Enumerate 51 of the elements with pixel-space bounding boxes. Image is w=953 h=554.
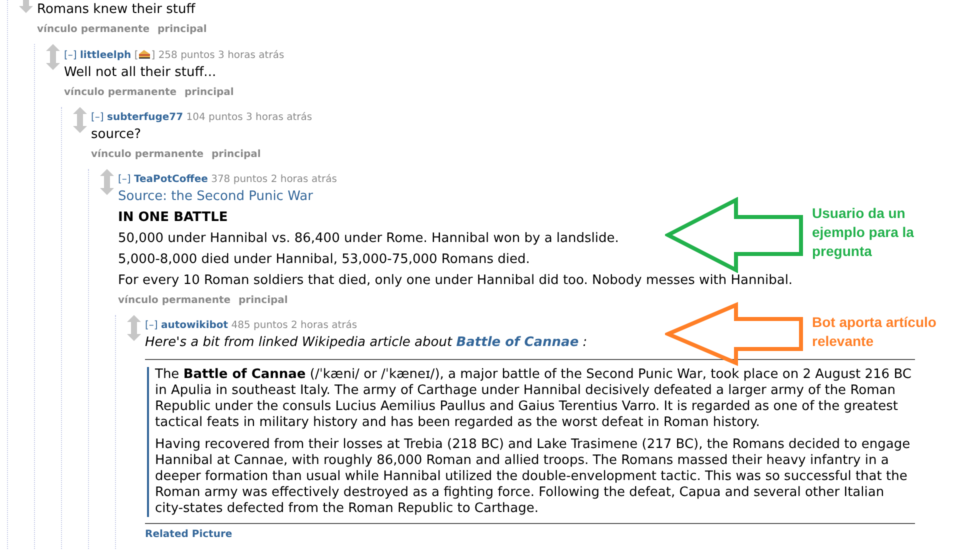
downvote-icon[interactable] — [19, 0, 33, 13]
collapse-toggle[interactable]: [–] — [91, 112, 104, 123]
cake-icon — [138, 48, 152, 59]
annotation-text: Usuario da un ejemplo para la pregunta — [812, 204, 915, 261]
timestamp: 3 horas atrás — [218, 50, 284, 61]
downvote-icon[interactable] — [73, 120, 87, 133]
comment-text: 50,000 under Hannibal vs. 86,400 under Rome. Hannibal won by a landslide. — [118, 231, 619, 247]
action-link[interactable]: principal — [158, 24, 207, 35]
score-text: 258 puntos — [158, 50, 215, 61]
author-link[interactable]: subterfuge77 — [107, 112, 184, 123]
upvote-icon[interactable] — [73, 107, 87, 120]
comment-text: Here's a bit from linked Wikipedia article about Battle of Cannae : — [145, 335, 588, 351]
author-link[interactable]: autowikibot — [161, 320, 228, 331]
upvote-icon[interactable] — [100, 169, 114, 182]
flair-bracket: ] — [151, 50, 156, 61]
collapse-toggle[interactable]: [–] — [118, 174, 131, 185]
score-text: 104 puntos — [186, 112, 243, 123]
action-link[interactable]: vínculo permanente — [118, 295, 231, 306]
score-text: 485 puntos — [231, 320, 288, 331]
action-link[interactable]: principal — [212, 149, 261, 160]
upvote-icon[interactable] — [46, 44, 60, 57]
annotation-text: Bot aporta artículo relevante — [812, 313, 938, 351]
quote-paragraph: Having recovered from their losses at Trebia (218 BC) and Lake Trasimene (217 BC), the Romans decided to engage Hannibal at Cannae, with roughly 86,000 Roman and allied troops. The Romans massed their heavy infantry in a deeper formation than usual while Hannibal utilized the double-envelopment tactic. This was so successful that the Roman army was effectively destroyed as a fighting force. Following the defeat, Capua and several other Italian city-states defected from the Roman Republic to Carthage. — [155, 437, 912, 517]
collapse-toggle[interactable]: [–] — [64, 50, 77, 61]
related-picture-link[interactable]: Related Picture — [145, 529, 232, 540]
upvote-icon[interactable] — [127, 315, 141, 328]
comment-text: Well not all their stuff... — [64, 65, 216, 81]
comment-text: 5,000-8,000 died under Hannibal, 53,000-75,000 Romans died. — [118, 252, 530, 268]
comment-heading: IN ONE BATTLE — [118, 210, 228, 226]
comment-text: For every 10 Roman soldiers that died, only one under Hannibal did too. Nobody messes with Hannibal. — [118, 273, 793, 289]
action-link[interactable]: vínculo permanente — [91, 149, 204, 160]
author-link[interactable]: TeaPotCoffee — [134, 174, 208, 185]
timestamp: 3 horas atrás — [246, 112, 312, 123]
downvote-icon[interactable] — [100, 182, 114, 195]
source-link[interactable]: Source: the Second Punic War — [118, 189, 313, 204]
downvote-icon[interactable] — [127, 328, 141, 341]
flair-bracket: [ — [134, 50, 138, 61]
action-link[interactable]: vínculo permanente — [37, 24, 150, 35]
comment-text: source? — [91, 127, 142, 143]
action-link[interactable]: vínculo permanente — [64, 87, 177, 98]
timestamp: 2 horas atrás — [291, 320, 358, 331]
score-text: 378 puntos — [211, 174, 268, 185]
quote-paragraph: The Battle of Cannae (/ˈkæni/ or /ˈkæneɪ/), a major battle of the Second Punic War, took place on 2 August 216 BC in Apulia in southeast Italy. The army of Carthage under Hannibal decisively defeated a larger army of the Roman Republic under the consuls Lucius Aemilius Paullus and Gaius Terentius Varro. It is regarded as one of the greatest tactical feats in military history and has been regarded as the worst defeat in Roman history. — [155, 367, 912, 431]
article-link[interactable]: Battle of Cannae — [456, 335, 579, 350]
collapse-toggle[interactable]: [–] — [145, 320, 158, 331]
action-link[interactable]: principal — [184, 87, 234, 98]
downvote-icon[interactable] — [46, 57, 60, 70]
action-link[interactable]: principal — [238, 295, 288, 306]
timestamp: 2 horas atrás — [270, 174, 337, 185]
author-link[interactable]: littleelph — [80, 50, 132, 61]
comment-text: Romans knew their stuff — [37, 2, 196, 18]
